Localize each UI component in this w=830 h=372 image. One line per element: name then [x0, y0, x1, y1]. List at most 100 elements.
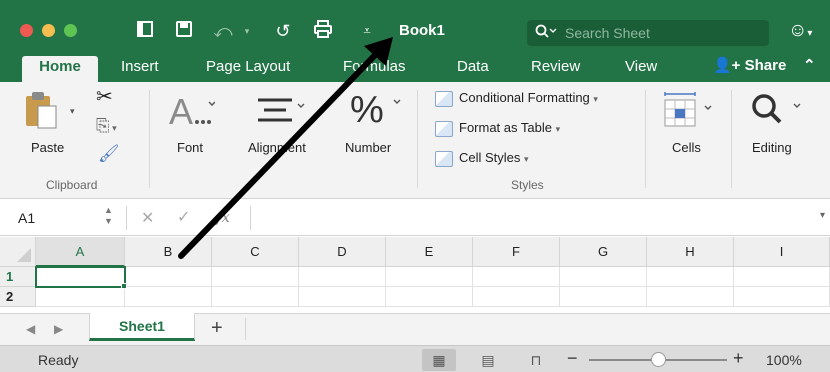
ribbon: ▾ Paste ✂ ⎘ ▾ 🖌 Clipboard A Font Alignme…	[0, 82, 830, 199]
zoom-level[interactable]: 100%	[766, 352, 802, 368]
close-window-button[interactable]	[20, 24, 33, 37]
conditional-formatting-icon	[435, 90, 453, 107]
zoom-out-button[interactable]: −	[567, 348, 578, 369]
cancel-entry-icon[interactable]: ✕	[141, 208, 154, 228]
paste-icon[interactable]	[24, 90, 60, 133]
previous-sheet-icon[interactable]: ◀	[26, 322, 35, 336]
zoom-in-button[interactable]: +	[733, 348, 744, 369]
print-icon[interactable]	[312, 20, 334, 43]
number-label[interactable]: Number	[345, 140, 391, 155]
cell-b2[interactable]	[125, 287, 212, 307]
cell-a2[interactable]	[36, 287, 125, 307]
column-header-d[interactable]: D	[299, 237, 386, 267]
cell-f2[interactable]	[473, 287, 560, 307]
cell-c1[interactable]	[212, 267, 299, 287]
column-header-h[interactable]: H	[647, 237, 734, 267]
column-header-f[interactable]: F	[473, 237, 560, 267]
magnifier-icon[interactable]	[750, 92, 806, 135]
fill-handle[interactable]	[121, 283, 127, 289]
cell-styles-button[interactable]: Cell Styles ▾	[435, 150, 529, 170]
confirm-entry-icon[interactable]: ✓	[177, 207, 190, 227]
page-break-view-icon[interactable]: ⊓	[519, 349, 553, 371]
selected-cell-a1[interactable]	[35, 266, 126, 288]
sheet-tab-bar: ◀ ▶ Sheet1 +	[0, 313, 830, 345]
editing-label[interactable]: Editing	[752, 140, 792, 155]
maximize-window-button[interactable]	[64, 24, 77, 37]
cell-h2[interactable]	[647, 287, 734, 307]
tab-review[interactable]: Review	[531, 56, 580, 82]
alignment-icon[interactable]	[256, 96, 306, 129]
cell-f1[interactable]	[473, 267, 560, 287]
normal-view-icon[interactable]: ▦	[422, 349, 456, 371]
paste-label[interactable]: Paste	[31, 140, 64, 155]
window-title: Book1	[399, 22, 445, 39]
tab-formulas[interactable]: Formulas	[343, 56, 406, 82]
cell-i2[interactable]	[734, 287, 830, 307]
search-input[interactable]	[565, 23, 760, 43]
insert-function-icon[interactable]: fx	[216, 208, 230, 226]
cut-icon[interactable]: ✂	[96, 84, 113, 109]
cell-g1[interactable]	[560, 267, 647, 287]
cell-h1[interactable]	[647, 267, 734, 287]
column-header-a[interactable]: A	[36, 237, 125, 267]
cell-b1[interactable]	[125, 267, 212, 287]
save-icon[interactable]	[173, 20, 195, 43]
format-painter-icon[interactable]: 🖌	[98, 144, 120, 164]
search-icon	[535, 23, 557, 42]
customize-toolbar-icon[interactable]: ⩡	[356, 20, 378, 42]
cell-g2[interactable]	[560, 287, 647, 307]
formula-bar: A1 ▲ ▼ ✕ ✓ fx ▾	[0, 200, 830, 236]
row-header-2[interactable]: 2	[0, 287, 36, 307]
next-sheet-icon[interactable]: ▶	[54, 322, 63, 336]
sheet-tab-sheet1[interactable]: Sheet1	[89, 313, 195, 341]
column-header-i[interactable]: I	[734, 237, 830, 267]
tab-view[interactable]: View	[625, 56, 657, 82]
formula-input[interactable]	[258, 209, 808, 227]
paste-dropdown-icon[interactable]: ▾	[70, 106, 75, 117]
copy-icon[interactable]: ⎘ ▾	[96, 116, 117, 136]
column-header-e[interactable]: E	[386, 237, 473, 267]
percent-icon[interactable]: %	[350, 88, 402, 131]
name-box[interactable]: A1	[18, 210, 35, 226]
collapse-ribbon-icon[interactable]: ⌃	[803, 56, 816, 74]
alignment-label[interactable]: Alignment	[248, 140, 306, 155]
sidebar-icon[interactable]	[134, 20, 156, 43]
font-icon[interactable]: A	[167, 91, 216, 135]
feedback-smiley-icon[interactable]: ☺▾	[788, 20, 812, 42]
row-header-1[interactable]: 1	[0, 267, 36, 287]
cell-e2[interactable]	[386, 287, 473, 307]
cell-c2[interactable]	[212, 287, 299, 307]
cell-e1[interactable]	[386, 267, 473, 287]
undo-icon[interactable]: ⤺	[212, 20, 234, 42]
column-header-b[interactable]: B	[125, 237, 212, 267]
redo-icon[interactable]: ↺	[272, 20, 294, 42]
cells-label[interactable]: Cells	[672, 140, 701, 155]
column-header-c[interactable]: C	[212, 237, 299, 267]
format-as-table-button[interactable]: Format as Table ▾	[435, 120, 560, 140]
styles-group-label: Styles	[511, 178, 544, 192]
name-box-stepper-icon[interactable]: ▲ ▼	[104, 205, 113, 227]
tab-home[interactable]: Home	[22, 56, 98, 82]
font-label[interactable]: Font	[177, 140, 203, 155]
cells-icon[interactable]	[661, 90, 717, 133]
conditional-formatting-button[interactable]: Conditional Formatting ▾	[435, 90, 598, 110]
tab-page-layout[interactable]: Page Layout	[206, 56, 290, 82]
format-as-table-icon	[435, 120, 453, 137]
cell-i1[interactable]	[734, 267, 830, 287]
zoom-slider-thumb[interactable]	[651, 352, 666, 367]
search-box[interactable]	[527, 20, 769, 46]
expand-formula-bar-icon[interactable]: ▾	[820, 210, 825, 221]
share-button[interactable]: 👤+ Share	[713, 56, 786, 82]
select-all-button[interactable]	[0, 237, 36, 267]
add-person-icon: 👤+	[713, 57, 741, 74]
cell-d2[interactable]	[299, 287, 386, 307]
tab-data[interactable]: Data	[457, 56, 489, 82]
column-header-g[interactable]: G	[560, 237, 647, 267]
tab-insert[interactable]: Insert	[121, 56, 159, 82]
add-sheet-icon[interactable]: +	[211, 317, 223, 340]
undo-dropdown-icon[interactable]: ▾	[236, 20, 258, 42]
cell-d1[interactable]	[299, 267, 386, 287]
minimize-window-button[interactable]	[42, 24, 55, 37]
page-layout-view-icon[interactable]: ▤	[471, 349, 505, 371]
cell-styles-icon	[435, 150, 453, 167]
